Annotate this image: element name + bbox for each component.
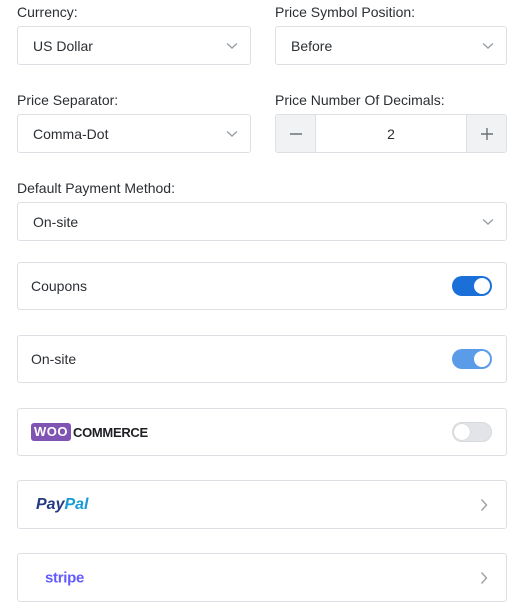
chevron-right-icon — [480, 571, 488, 584]
commerce-logo-text: COMMERCE — [73, 424, 148, 440]
chevron-down-icon — [226, 130, 238, 137]
woocommerce-card: WOO COMMERCE — [17, 408, 507, 456]
paypal-card[interactable]: PayPal — [17, 480, 507, 529]
paypal-logo-pal: Pal — [64, 495, 89, 513]
coupons-toggle[interactable] — [452, 276, 492, 296]
coupons-label: Coupons — [31, 278, 88, 294]
woocommerce-toggle[interactable] — [452, 422, 492, 442]
stripe-card[interactable]: stripe — [17, 553, 507, 602]
paypal-logo-pay: Pay — [36, 495, 65, 513]
price-symbol-position-value: Before — [291, 37, 333, 54]
chevron-down-icon — [226, 42, 238, 49]
decimals-value[interactable]: 2 — [316, 115, 466, 152]
currency-value: US Dollar — [33, 37, 93, 54]
currency-select[interactable]: US Dollar — [17, 26, 251, 65]
decrement-button[interactable] — [276, 115, 316, 152]
chevron-down-icon — [482, 218, 494, 225]
price-decimals-stepper[interactable]: 2 — [275, 114, 507, 153]
price-separator-label: Price Separator: — [17, 92, 119, 108]
coupons-card: Coupons — [17, 262, 507, 310]
currency-label: Currency: — [17, 4, 78, 20]
woo-logo-text: WOO — [31, 423, 71, 441]
onsite-label: On-site — [31, 351, 77, 367]
price-decimals-label: Price Number Of Decimals: — [275, 92, 445, 108]
chevron-down-icon — [482, 42, 494, 49]
price-separator-select[interactable]: Comma-Dot — [17, 114, 251, 153]
default-payment-method-label: Default Payment Method: — [17, 180, 175, 196]
onsite-toggle[interactable] — [452, 349, 492, 369]
paypal-logo: PayPal — [36, 496, 88, 514]
onsite-card: On-site — [17, 335, 507, 383]
plus-icon — [480, 127, 493, 140]
price-symbol-position-select[interactable]: Before — [275, 26, 507, 65]
price-separator-value: Comma-Dot — [33, 125, 109, 142]
default-payment-method-value: On-site — [33, 213, 79, 230]
woocommerce-logo: WOO COMMERCE — [31, 423, 148, 441]
increment-button[interactable] — [466, 115, 506, 152]
stripe-logo: stripe — [45, 569, 85, 586]
chevron-right-icon — [480, 498, 488, 511]
default-payment-method-select[interactable]: On-site — [17, 202, 507, 241]
price-symbol-position-label: Price Symbol Position: — [275, 4, 416, 20]
minus-icon — [289, 132, 302, 135]
